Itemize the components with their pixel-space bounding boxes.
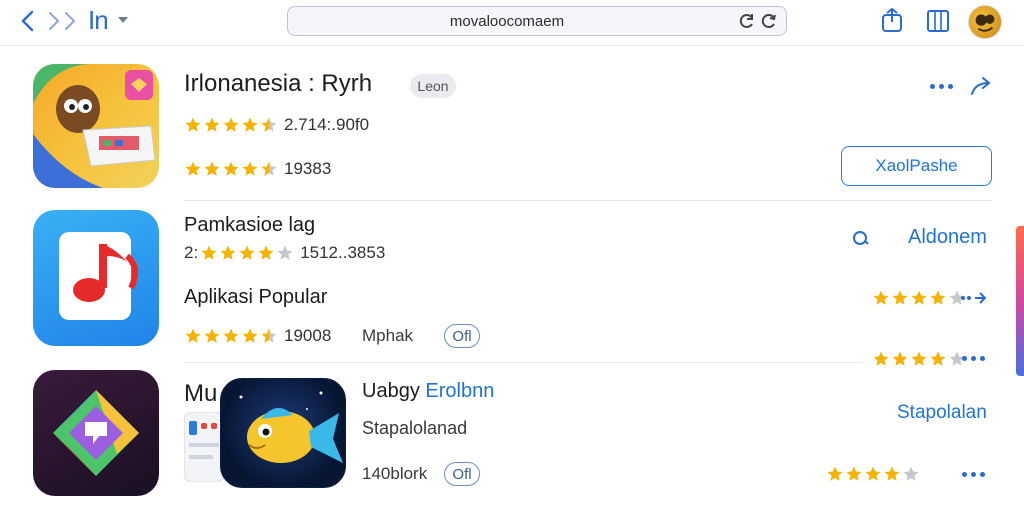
star-icon [258,245,274,260]
app-subtitle: Stapalolanad [362,418,468,438]
arrow-right-icon[interactable] [960,288,988,308]
rating-text: 2.714:.90f0 [284,115,370,134]
star-icon [865,466,881,481]
star-icon [873,290,889,305]
star-icon [242,161,258,176]
rating-stars: 19383 [184,158,331,180]
section-title: Aplikasi Popular [184,286,328,308]
star-icon [892,290,908,305]
star-icon [873,351,889,366]
star-icon [242,328,258,343]
search-icon[interactable] [850,228,872,248]
reload-icon[interactable] [738,11,778,31]
avatar[interactable] [968,5,1002,39]
star-icon [242,117,258,132]
rating-text: 1512..3853 [300,243,386,262]
star-icon [220,245,236,260]
more-options-icon[interactable] [962,472,985,477]
open-link[interactable]: Stapolalan [897,402,987,424]
star-icon [185,161,201,176]
app-icon-education[interactable] [33,64,159,188]
meta-label: 140blork [362,464,428,483]
chevron-left-icon[interactable] [16,8,38,34]
rating-prefix: 2: [184,243,199,262]
star-icon [239,245,255,260]
divider [184,200,992,201]
app-title-prefix: Mu [184,380,218,407]
rating-stars: 2: 1512..3853 [184,242,385,264]
app-icon-fish[interactable] [220,378,346,488]
tabs-icon[interactable] [926,6,950,34]
divider [184,362,862,363]
star-icon [911,290,927,305]
address-bar[interactable]: movaloocomaem [287,6,787,36]
rating-stars [872,287,966,309]
share-icon[interactable] [880,6,904,34]
star-icon [223,161,239,176]
app-icon-music[interactable] [33,210,159,346]
app-title[interactable]: Pamkasioe lag [184,214,315,237]
star-icon [201,245,217,260]
browser-toolbar: In movaloocomaem [0,0,1024,46]
page-title: In [88,4,109,35]
app-title-link[interactable]: Erolbnn [425,380,494,402]
app-icon-photos[interactable] [33,370,159,496]
star-icon [903,466,919,481]
open-link[interactable]: Aldonem [908,226,987,249]
star-icon [827,466,843,481]
star-icon [223,117,239,132]
share-arrow-icon[interactable] [968,74,994,98]
star-icon [911,351,927,366]
star-icon [277,245,293,260]
star-icon [204,117,220,132]
star-icon [846,466,862,481]
folder-thumbnail [184,412,224,482]
star-icon [204,161,220,176]
rating-stars [826,463,920,485]
more-options-icon[interactable] [930,84,953,89]
star-icon [185,328,201,343]
get-button[interactable]: XaolPashe [841,146,992,186]
star-icon [223,328,239,343]
adjacent-window-edge [1016,226,1024,376]
rating-stars [872,348,966,370]
toggle-pill[interactable]: Ofl [444,462,480,486]
star-icon [892,351,908,366]
star-icon [261,328,277,343]
chevron-right-icon[interactable] [46,8,84,34]
app-title[interactable]: Irlonanesia : Ryrh [184,70,372,98]
star-icon [261,117,277,132]
toggle-pill[interactable]: Ofl [444,324,480,348]
meta-label: Mphak [362,326,414,345]
rating-count: 19008 [284,326,332,345]
rating-stars: 2.714:.90f0 [184,114,369,136]
app-title[interactable]: Uabgy Erolbnn [362,380,494,403]
star-icon [884,466,900,481]
more-options-icon[interactable] [962,356,985,361]
star-icon [204,328,220,343]
star-icon [261,161,277,176]
rating-stars: 19008 [184,325,331,347]
chevron-down-icon[interactable] [116,10,130,30]
url-text: movaloocomaem [449,13,565,30]
app-title-text: Uabgy [362,380,420,402]
status-badge: Leon [410,74,456,98]
star-icon [930,351,946,366]
rating-count: 19383 [284,159,332,178]
star-icon [930,290,946,305]
star-icon [185,117,201,132]
